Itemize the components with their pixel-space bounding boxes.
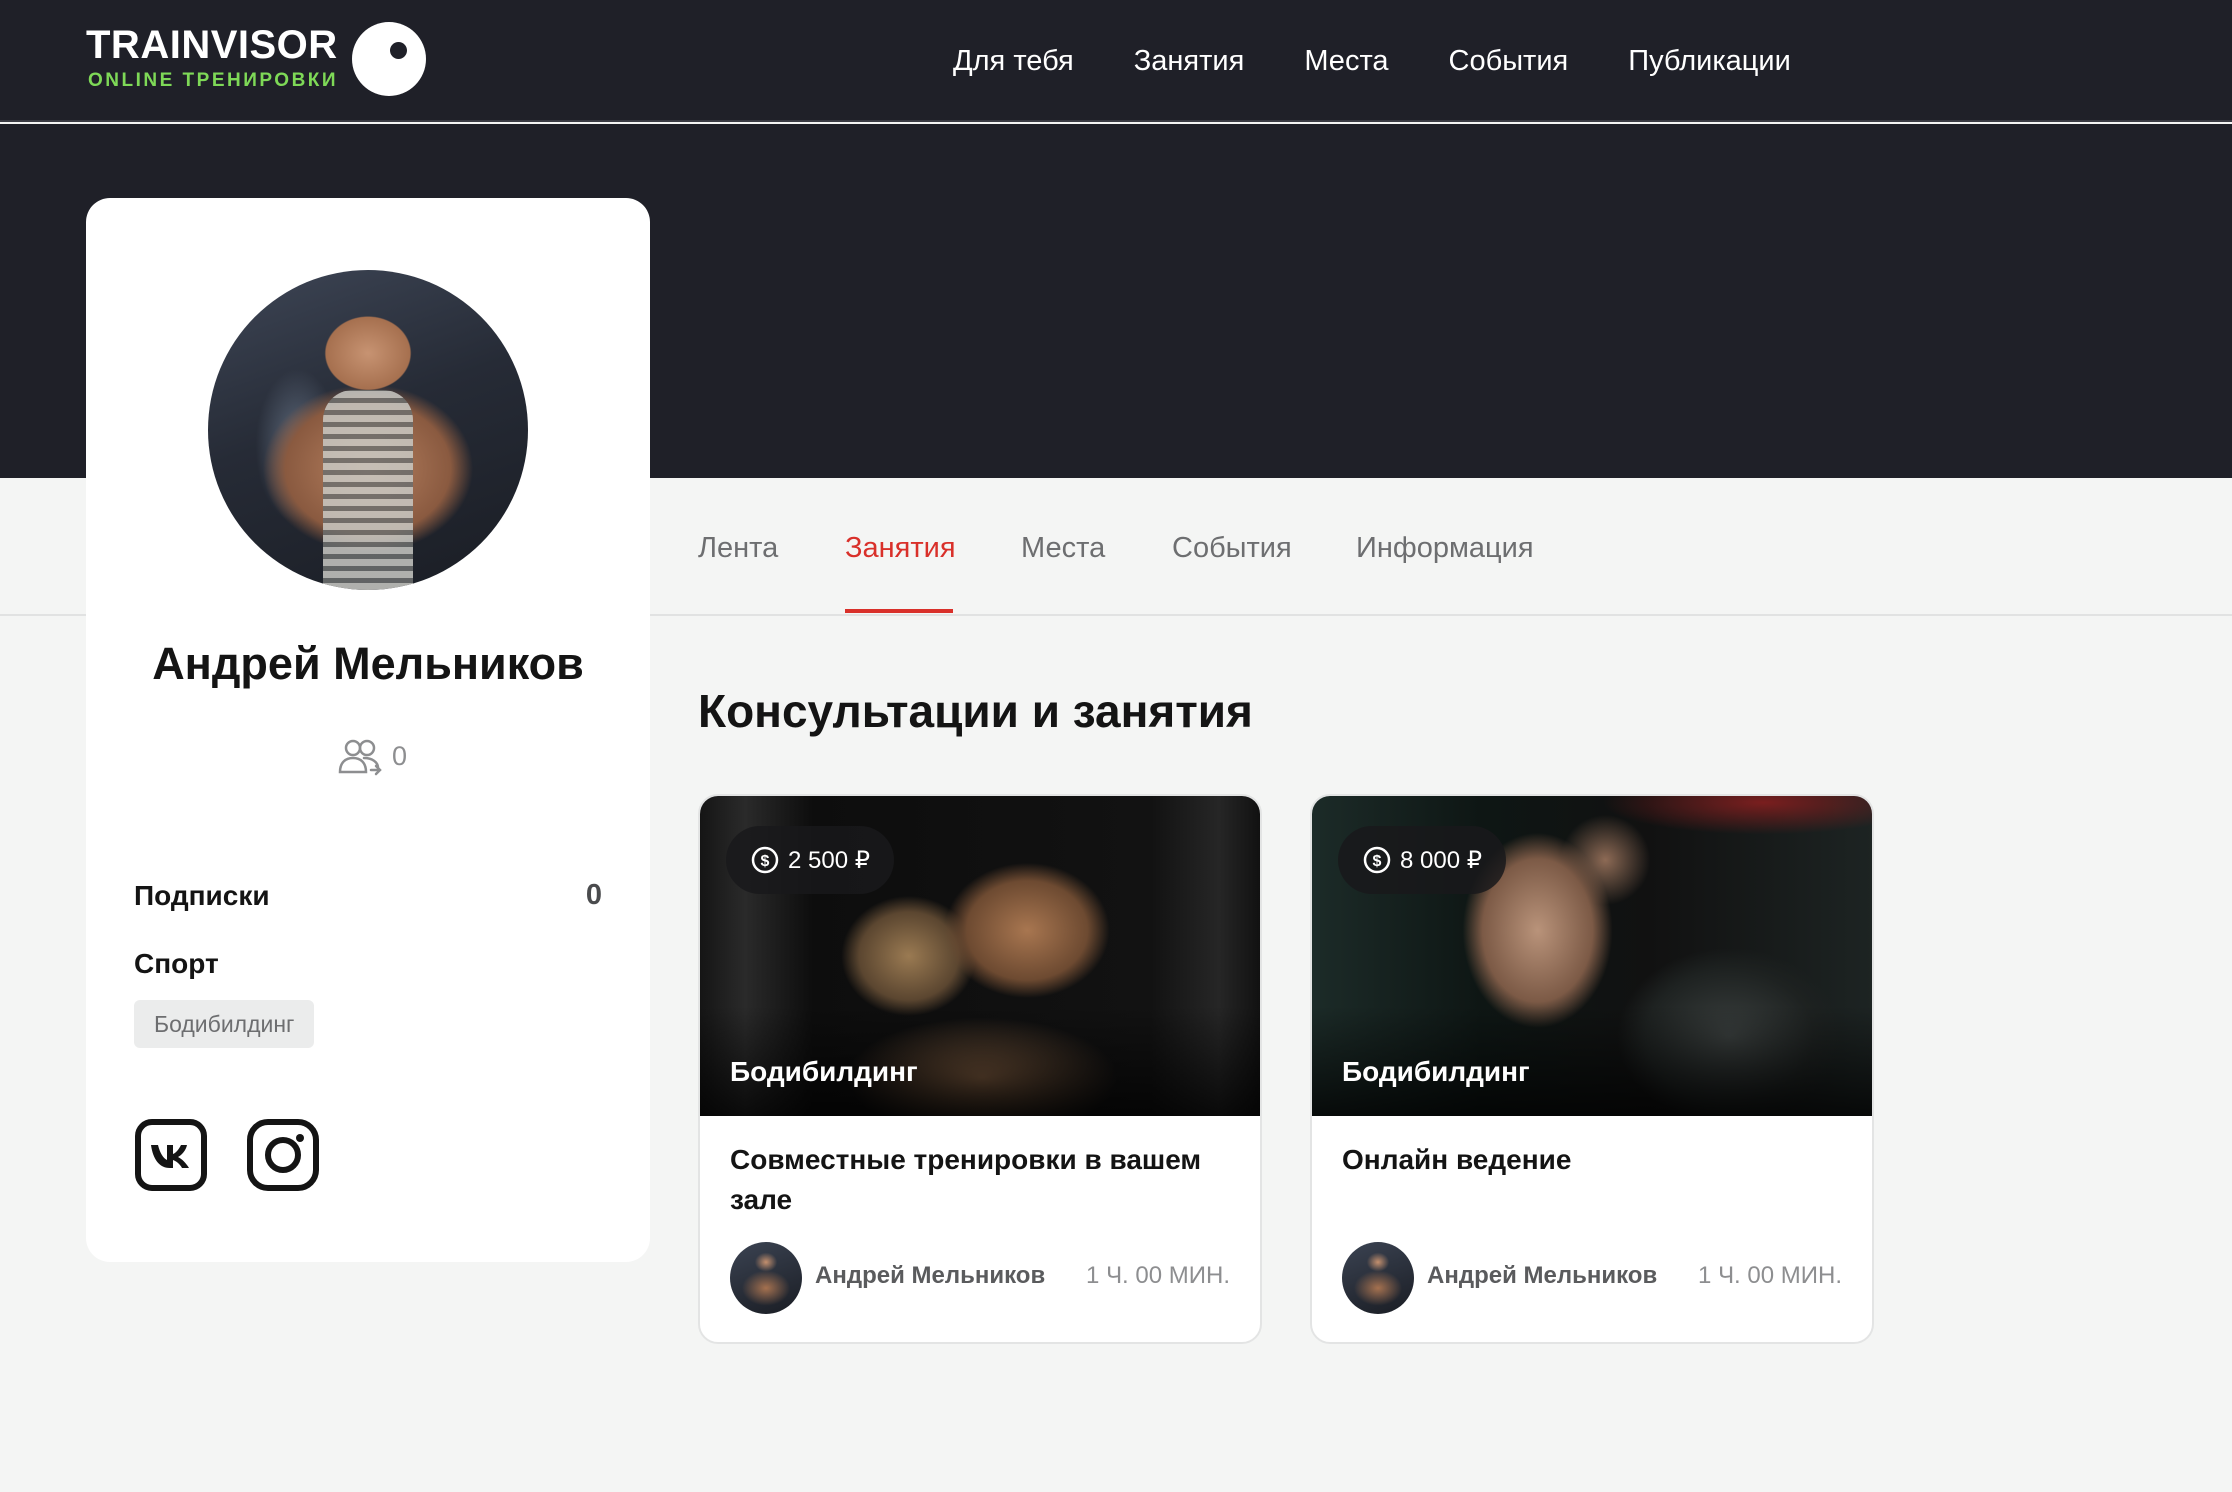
author-name[interactable]: Андрей Мельников [1427, 1262, 1657, 1290]
top-navigation: TRAINVISOR ONLINE ТРЕНИРОВКИ Для тебя За… [0, 0, 2232, 122]
price-value: 8 000 ₽ [1400, 846, 1482, 874]
author-avatar [1342, 1242, 1414, 1314]
active-tab-indicator [845, 609, 953, 613]
tab-information[interactable]: Информация [1356, 532, 1534, 565]
class-duration: 1 Ч. 00 МИН. [1698, 1262, 1842, 1289]
class-duration: 1 Ч. 00 МИН. [1086, 1262, 1230, 1289]
subscriptions-label: Подписки [134, 880, 270, 911]
price-badge: $ 2 500 ₽ [726, 826, 894, 894]
followers-count: 0 [392, 740, 408, 771]
vk-icon [135, 1119, 207, 1191]
instagram-link[interactable] [246, 1118, 320, 1192]
class-sport: Бодибилдинг [1342, 1056, 1530, 1087]
users-icon [338, 739, 382, 776]
avatar [208, 270, 528, 590]
profile-card: Андрей Мельников 0 Подписки 0 Спорт Боди… [86, 198, 650, 1262]
author-name[interactable]: Андрей Мельников [815, 1262, 1045, 1290]
class-title: Онлайн ведение [1342, 1144, 1572, 1175]
class-sport: Бодибилдинг [730, 1056, 918, 1087]
tab-feed[interactable]: Лента [698, 532, 778, 565]
dollar-coin-icon: $ [751, 846, 779, 874]
author-avatar [730, 1242, 802, 1314]
subscriptions-count[interactable]: 0 [586, 879, 602, 912]
section-title: Консультации и занятия [698, 685, 1253, 737]
class-title: Совместные тренировки в вашем зале [730, 1144, 1202, 1215]
eye-logo-icon [352, 22, 426, 96]
class-card[interactable]: $ 8 000 ₽ Бодибилдинг Онлайн ведение Анд… [1310, 794, 1874, 1344]
followers-counter[interactable]: 0 [336, 736, 407, 776]
instagram-icon [247, 1119, 319, 1191]
nav-item-publications[interactable]: Публикации [1628, 45, 1791, 78]
nav-item-places[interactable]: Места [1304, 45, 1388, 78]
svg-text:$: $ [761, 853, 770, 870]
class-card-image: $ 2 500 ₽ Бодибилдинг [700, 796, 1260, 1116]
brand-tagline: ONLINE ТРЕНИРОВКИ [88, 70, 339, 91]
svg-text:$: $ [1373, 853, 1382, 870]
class-card[interactable]: $ 2 500 ₽ Бодибилдинг Совместные трениро… [698, 794, 1262, 1344]
nav-item-events[interactable]: События [1449, 45, 1569, 78]
nav-item-for-you[interactable]: Для тебя [953, 45, 1074, 78]
tab-events[interactable]: События [1172, 532, 1292, 565]
nav-item-classes[interactable]: Занятия [1134, 45, 1245, 78]
sport-label: Спорт [134, 948, 219, 979]
dollar-coin-icon: $ [1363, 846, 1391, 874]
main-menu: Для тебя Занятия Места События Публикаци… [953, 0, 1851, 122]
class-card-image: $ 8 000 ₽ Бодибилдинг [1312, 796, 1872, 1116]
price-badge: $ 8 000 ₽ [1338, 826, 1506, 894]
profile-name: Андрей Мельников [152, 638, 584, 689]
price-value: 2 500 ₽ [788, 846, 870, 874]
sport-tag[interactable]: Бодибилдинг [134, 1000, 315, 1048]
tab-places[interactable]: Места [1021, 532, 1105, 565]
tab-classes[interactable]: Занятия [845, 532, 956, 565]
vk-link[interactable] [134, 1118, 208, 1192]
brand-name: TRAINVISOR [86, 23, 338, 67]
